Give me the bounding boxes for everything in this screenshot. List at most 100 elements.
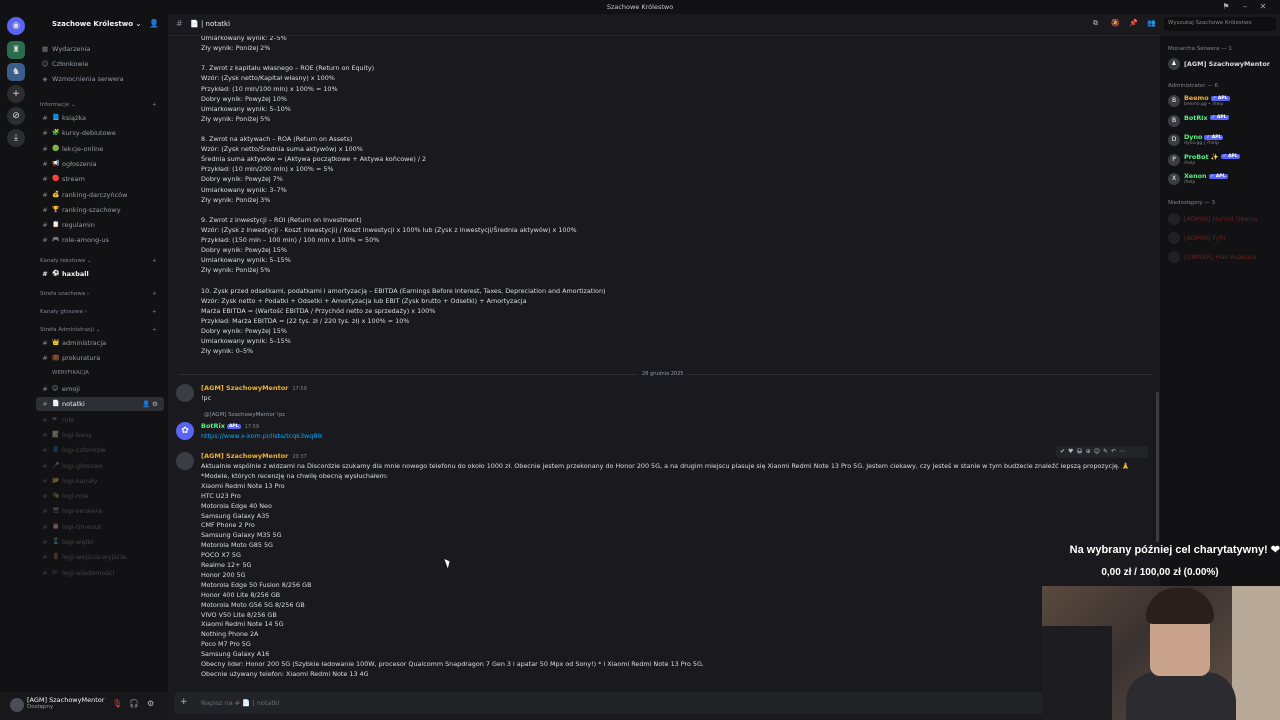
minimize-icon[interactable]: – bbox=[1240, 2, 1250, 12]
channel-name: logi-serwera bbox=[62, 507, 103, 516]
message-line: Dobry wynik: Powyżej 7% bbox=[201, 175, 283, 184]
message-line: VIVO V50 Lite 8/256 GB bbox=[201, 610, 277, 619]
reply-preview[interactable]: @[AGM] SzachowyMentor !pc bbox=[204, 412, 285, 418]
notifications-icon[interactable]: 🔕 bbox=[1111, 19, 1120, 27]
add-attachment-icon[interactable]: + bbox=[180, 697, 188, 707]
message-link[interactable]: https://www.x-kom.pl/lista/tcqk3wq8lk bbox=[201, 432, 323, 440]
sidebar-item-channel[interactable]: # 🚪 logi-wejścia-wyjścia bbox=[36, 550, 164, 564]
sidebar-item-channel[interactable]: # ❤ role bbox=[36, 413, 164, 427]
sidebar-item-channel[interactable]: # 🎤 logi-głosowe bbox=[36, 459, 164, 473]
avatar[interactable] bbox=[10, 698, 24, 712]
message-line: Przykład: (10 mln/200 mln) x 100% = 5% bbox=[201, 165, 334, 174]
member-item[interactable]: [OWNER] Hao Asakura bbox=[1168, 249, 1280, 265]
sidebar-item-channel[interactable]: # 🎮 role-among-us bbox=[36, 233, 164, 247]
headphones-icon[interactable]: 🎧 bbox=[129, 699, 139, 708]
plus-icon[interactable]: + bbox=[152, 309, 157, 315]
settings-icon[interactable]: ⚙ bbox=[147, 699, 154, 708]
sidebar-item-channel[interactable]: # 📂 logi-kanały bbox=[36, 474, 164, 488]
sidebar-item-channel[interactable]: # 📝 logi-bany bbox=[36, 428, 164, 442]
author-name[interactable]: BotRix bbox=[201, 422, 225, 430]
server-name[interactable]: Szachowe Królestwo ⌄ bbox=[52, 20, 141, 28]
member-name-text: BotRix bbox=[1184, 113, 1208, 122]
category-weryfikacja[interactable]: WERYFIKACJA bbox=[52, 370, 89, 376]
mute-icon[interactable]: 🎙 bbox=[112, 699, 122, 708]
category-kanaly-glosowe[interactable]: Kanały głosowe › + bbox=[40, 309, 157, 315]
hash-icon: # bbox=[42, 129, 48, 138]
inbox-icon[interactable]: ⚑ bbox=[1221, 2, 1231, 12]
threads-icon[interactable]: ⧉ bbox=[1093, 19, 1098, 28]
sidebar-item-channel[interactable]: # 💼 prokuratura bbox=[36, 351, 164, 365]
member-item[interactable]: X Xenon ✓ APL/help bbox=[1168, 171, 1280, 187]
sidebar-item-channel[interactable]: # 🟢 lekcje-online bbox=[36, 142, 164, 156]
member-name: Beemo ✓ APL bbox=[1184, 94, 1230, 102]
hash-icon: # bbox=[42, 221, 48, 230]
close-icon[interactable]: ✕ bbox=[1258, 2, 1268, 12]
members-list-icon[interactable]: 👥 bbox=[1147, 19, 1156, 27]
server-header[interactable]: Szachowe Królestwo ⌄ 👤 bbox=[32, 14, 168, 36]
avatar[interactable] bbox=[176, 452, 194, 470]
sidebar-item-channel[interactable]: # 📄 notatki 👤 ⚙ bbox=[36, 397, 164, 412]
window-title: Szachowe Królestwo bbox=[606, 3, 674, 11]
channel-emoji: ✉ bbox=[52, 568, 58, 576]
category-kanaly-tekstowe[interactable]: Kanały tekstowe ⌄ + bbox=[40, 258, 157, 264]
bot-avatar[interactable]: ✿ bbox=[176, 422, 194, 440]
sidebar-item-channel[interactable]: # 📢 ogłoszenia bbox=[36, 157, 164, 171]
member-item[interactable]: B Beemo ✓ APL beemo.gg • /help bbox=[1168, 93, 1280, 109]
sidebar-item-channel[interactable]: # ⏰ logi-timeout bbox=[36, 520, 164, 534]
plus-icon[interactable]: + bbox=[152, 327, 157, 333]
chat-messages: Umiarkowany wynik: 2–5% Zły wynik: Poniże… bbox=[168, 36, 1160, 686]
sidebar-item-channel[interactable]: # 💰 ranking-darczyńców bbox=[36, 188, 164, 202]
gear-icon[interactable]: ⚙ bbox=[152, 397, 158, 411]
sidebar-item-channel[interactable]: # 🧵 logi-wątki bbox=[36, 535, 164, 549]
search-input[interactable]: Wyszukaj Szachowe Królestwo bbox=[1164, 17, 1276, 31]
sidebar-item-haxball[interactable]: # ⚽ haxball bbox=[36, 267, 164, 281]
message-author[interactable]: BotRix APL 17:59 bbox=[201, 422, 259, 430]
member-item[interactable]: D Dyno ✓ APL dyno.gg | ?help bbox=[1168, 132, 1280, 148]
add-server-icon[interactable]: + bbox=[7, 85, 25, 103]
sidebar-item-boosts[interactable]: ◈ Wzmocnienia serwera bbox=[36, 72, 164, 86]
member-item[interactable]: B BotRix ✓ APL bbox=[1168, 113, 1280, 129]
sidebar-item-channel[interactable]: # 🏆 ranking-szachowy bbox=[36, 203, 164, 217]
add-member-icon[interactable]: 👤 bbox=[142, 397, 150, 411]
sidebar-item-members[interactable]: ☺ Członkowie bbox=[36, 57, 164, 71]
sidebar-item-events[interactable]: ▦ Wydarzenia bbox=[36, 42, 164, 56]
member-item[interactable]: ♟ [AGM] SzachowyMentor bbox=[1168, 56, 1280, 72]
message-actions-bar[interactable]: ✔♥😀⊕☺✎↶⋯ bbox=[1056, 446, 1148, 458]
sidebar-item-channel[interactable]: # 👑 administracja bbox=[36, 336, 164, 350]
sidebar-item-channel[interactable]: # 🖥 logi-serwera bbox=[36, 504, 164, 518]
category-strefa-szachowa[interactable]: Strefa szachowa › + bbox=[40, 291, 157, 297]
plus-icon[interactable]: + bbox=[152, 102, 157, 108]
sidebar-item-channel[interactable]: # 🔴 stream bbox=[36, 172, 164, 186]
invite-icon[interactable]: 👤 bbox=[149, 19, 159, 28]
member-item[interactable]: [ADMIN] Harold Obelus bbox=[1168, 211, 1280, 227]
message-line: Xiaomi Redmi Note 13 Pro bbox=[201, 481, 285, 490]
message-author[interactable]: [AGM] SzachowyMentor 20:37 bbox=[201, 452, 307, 460]
sidebar-item-channel[interactable]: # 📋 regulamin bbox=[36, 218, 164, 232]
category-strefa-administracji[interactable]: Strefa Administracji ⌄ + bbox=[40, 327, 157, 333]
plus-icon[interactable]: + bbox=[152, 258, 157, 264]
pin-icon[interactable]: 📌 bbox=[1129, 19, 1138, 27]
scrollbar[interactable] bbox=[1156, 392, 1159, 542]
category-informacje[interactable]: Informacje ⌄ + bbox=[40, 102, 157, 108]
channel-emoji: 🧩 bbox=[52, 129, 60, 137]
message-composer[interactable]: + Napisz na # 📄 | notatki bbox=[174, 692, 1154, 714]
sidebar-item-channel[interactable]: # 👤 logi-członków bbox=[36, 443, 164, 457]
server-icon[interactable]: ♞ bbox=[7, 63, 25, 81]
avatar[interactable] bbox=[176, 384, 194, 402]
author-name[interactable]: [AGM] SzachowyMentor bbox=[201, 452, 288, 460]
member-item[interactable]: P ProBot ✨ ✓ APL/help bbox=[1168, 152, 1280, 168]
plus-icon[interactable]: + bbox=[152, 291, 157, 297]
message-author[interactable]: [AGM] SzachowyMentor 17:59 bbox=[201, 384, 307, 392]
sidebar-item-channel[interactable]: # ✉ logi-wiadomości bbox=[36, 566, 164, 580]
author-name[interactable]: [AGM] SzachowyMentor bbox=[201, 384, 288, 392]
sidebar-item-channel[interactable]: # 😊 emoji bbox=[36, 382, 164, 396]
sidebar-item-channel[interactable]: # 🎭 logi-role bbox=[36, 489, 164, 503]
sidebar-item-channel[interactable]: # 🧩 kursy-debiutowe bbox=[36, 126, 164, 140]
server-icon[interactable]: ♜ bbox=[7, 41, 25, 59]
discord-home-icon[interactable]: ◉ bbox=[7, 17, 25, 35]
explore-icon[interactable]: ⊘ bbox=[7, 107, 25, 125]
download-icon[interactable]: ⤓ bbox=[7, 129, 25, 147]
sidebar-item-channel[interactable]: # 📘 książka bbox=[36, 111, 164, 125]
member-item[interactable]: [ADMIN] Fyfii bbox=[1168, 230, 1280, 246]
message-input[interactable]: Napisz na # 📄 | notatki bbox=[201, 699, 280, 707]
